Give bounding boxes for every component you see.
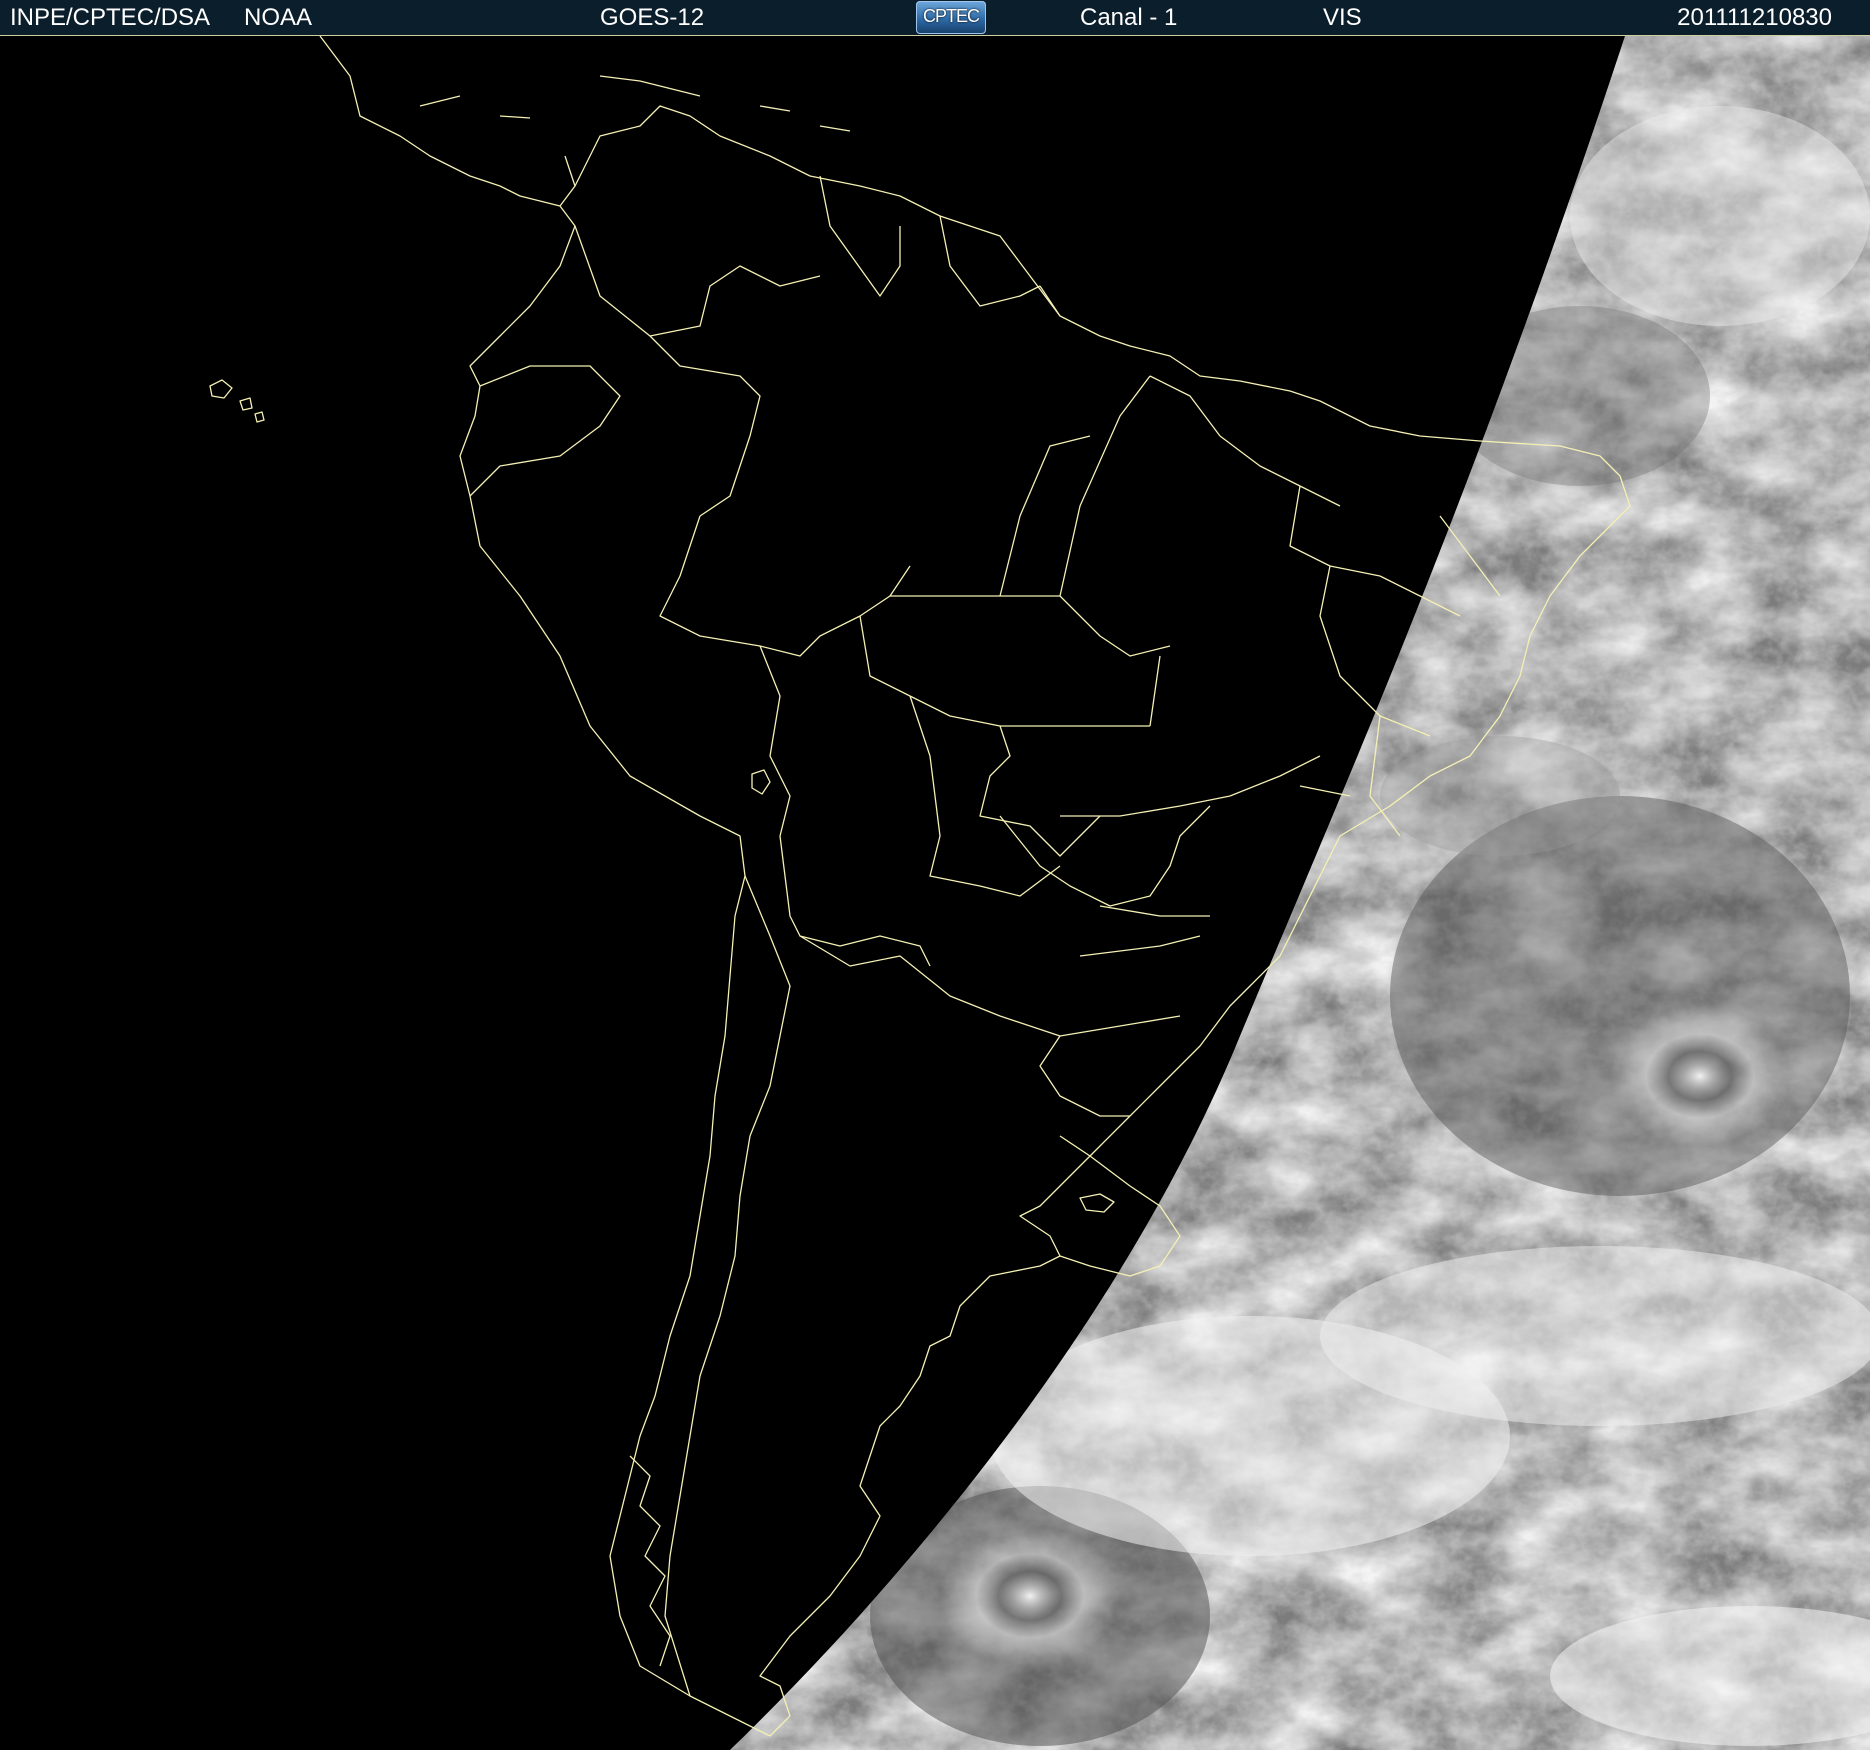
image-header-bar: INPE/CPTEC/DSA NOAA GOES-12 CPTEC Canal … — [0, 0, 1870, 36]
cptec-logo: CPTEC — [916, 1, 986, 34]
channel-label: Canal - 1 — [1080, 4, 1178, 31]
satellite-label: GOES-12 — [600, 4, 705, 31]
organization-label: INPE/CPTEC/DSA — [10, 4, 211, 31]
cptec-logo-text: CPTEC — [922, 6, 980, 26]
agency-label: NOAA — [244, 4, 313, 31]
satellite-map — [0, 36, 1870, 1750]
timestamp-label: 201111210830 — [1677, 4, 1832, 31]
band-label: VIS — [1323, 4, 1362, 31]
